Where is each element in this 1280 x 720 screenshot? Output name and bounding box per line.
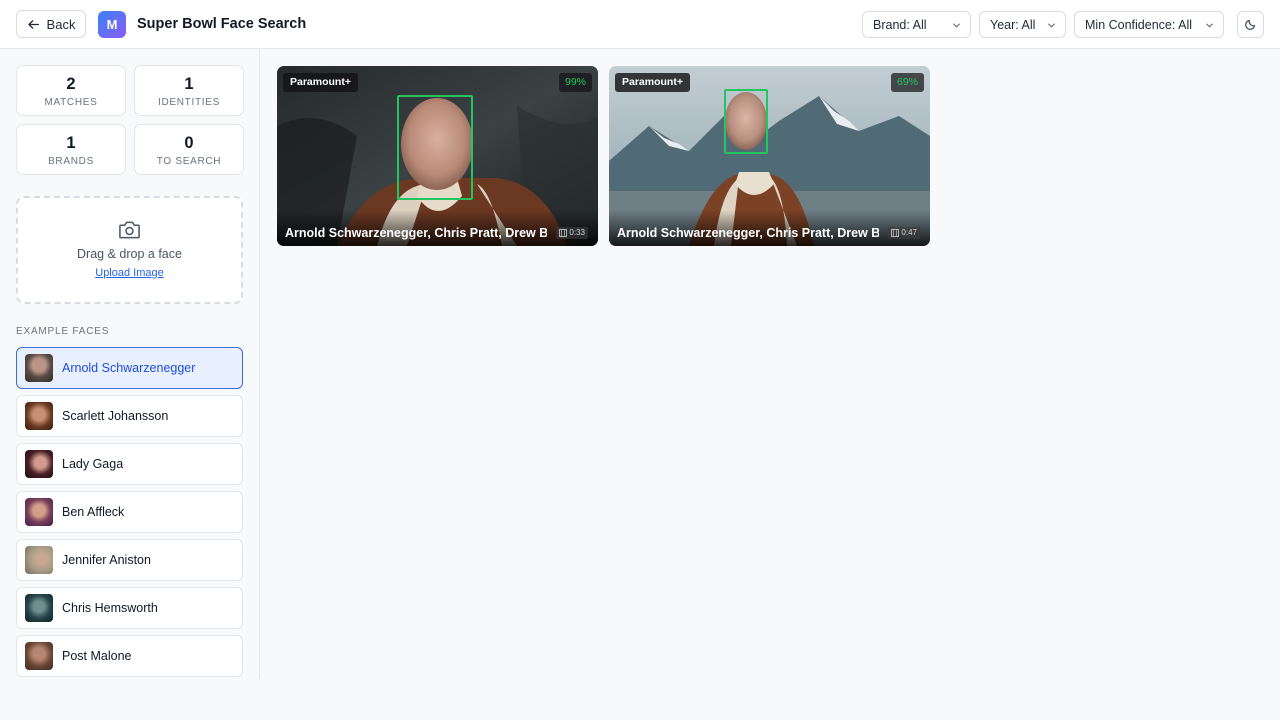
avatar <box>25 354 53 382</box>
example-faces-list: Arnold Schwarzenegger Scarlett Johansson… <box>16 347 243 683</box>
stat-value: 1 <box>66 134 76 152</box>
film-icon <box>559 229 568 237</box>
avatar <box>25 402 53 430</box>
duration-text: 0:47 <box>901 228 917 237</box>
stat-value: 2 <box>66 75 76 93</box>
page-title: Super Bowl Face Search <box>137 16 307 32</box>
stat-label: TO SEARCH <box>156 156 222 167</box>
stat-label: IDENTITIES <box>157 97 220 108</box>
face-dropzone[interactable]: Drag & drop a face Upload Image <box>16 196 243 304</box>
brand-filter-value: Brand: All <box>873 17 927 32</box>
chevron-down-icon <box>1048 23 1055 28</box>
face-name: Post Malone <box>62 649 132 663</box>
face-name: Arnold Schwarzenegger <box>62 361 196 375</box>
brand-badge: Paramount+ <box>615 73 690 92</box>
chevron-down-icon <box>1206 23 1213 28</box>
avatar <box>25 546 53 574</box>
result-card[interactable]: Paramount+ 99% Arnold Schwarzenegger, Ch… <box>277 66 598 246</box>
confidence-badge: 99% <box>558 73 592 92</box>
confidence-badge: 69% <box>890 73 924 92</box>
face-name: Jennifer Aniston <box>62 553 151 567</box>
moon-icon <box>1245 19 1256 30</box>
card-identities: Arnold Schwarzenegger, Chris Pratt, Drew… <box>285 226 547 240</box>
stat-label: BRANDS <box>48 156 94 167</box>
stat-label: MATCHES <box>44 97 98 108</box>
confidence-filter-value: Min Confidence: All <box>1085 17 1193 32</box>
brand-filter-select[interactable]: Brand: All <box>862 11 971 38</box>
app-logo: M <box>98 11 126 38</box>
confidence-filter-select[interactable]: Min Confidence: All <box>1074 11 1224 38</box>
avatar <box>25 498 53 526</box>
sidebar: 2 MATCHES 1 IDENTITIES 1 BRANDS 0 TO SEA… <box>0 49 260 679</box>
stat-matches: 2 MATCHES <box>16 65 126 116</box>
avatar <box>25 594 53 622</box>
detected-face-box <box>724 89 768 154</box>
film-icon <box>891 229 900 237</box>
camera-icon <box>119 221 140 239</box>
face-item-scarlett-johansson[interactable]: Scarlett Johansson <box>16 395 243 437</box>
arrow-left-icon <box>27 19 39 29</box>
duration-badge: 0:33 <box>556 227 588 239</box>
face-item-arnold-schwarzenegger[interactable]: Arnold Schwarzenegger <box>16 347 243 389</box>
duration-badge: 0:47 <box>888 227 920 239</box>
top-bar: Back M Super Bowl Face Search Brand: All… <box>0 0 1280 49</box>
dropzone-prompt: Drag & drop a face <box>77 247 182 261</box>
chevron-down-icon <box>953 23 960 28</box>
stat-identities: 1 IDENTITIES <box>134 65 244 116</box>
stat-value: 1 <box>184 75 194 93</box>
face-name: Scarlett Johansson <box>62 409 169 423</box>
back-button[interactable]: Back <box>16 10 86 38</box>
face-item-post-malone[interactable]: Post Malone <box>16 635 243 677</box>
face-item-ben-affleck[interactable]: Ben Affleck <box>16 491 243 533</box>
face-name: Lady Gaga <box>62 457 124 471</box>
avatar <box>25 450 53 478</box>
face-name: Chris Hemsworth <box>62 601 158 615</box>
theme-toggle-button[interactable] <box>1237 11 1264 38</box>
example-faces-heading: EXAMPLE FACES <box>16 326 110 337</box>
face-name: Ben Affleck <box>62 505 125 519</box>
face-item-chris-hemsworth[interactable]: Chris Hemsworth <box>16 587 243 629</box>
card-identities: Arnold Schwarzenegger, Chris Pratt, Drew… <box>617 226 879 240</box>
stat-to-search: 0 TO SEARCH <box>134 124 244 175</box>
year-filter-value: Year: All <box>990 17 1036 32</box>
year-filter-select[interactable]: Year: All <box>979 11 1066 38</box>
detected-face-box <box>397 95 473 200</box>
face-item-jennifer-aniston[interactable]: Jennifer Aniston <box>16 539 243 581</box>
stat-brands: 1 BRANDS <box>16 124 126 175</box>
avatar <box>25 642 53 670</box>
upload-image-link[interactable]: Upload Image <box>95 267 164 279</box>
face-item-lady-gaga[interactable]: Lady Gaga <box>16 443 243 485</box>
duration-text: 0:33 <box>569 228 585 237</box>
brand-badge: Paramount+ <box>283 73 358 92</box>
stat-value: 0 <box>184 134 194 152</box>
back-label: Back <box>46 16 76 32</box>
result-card[interactable]: Paramount+ 69% Arnold Schwarzenegger, Ch… <box>609 66 930 246</box>
